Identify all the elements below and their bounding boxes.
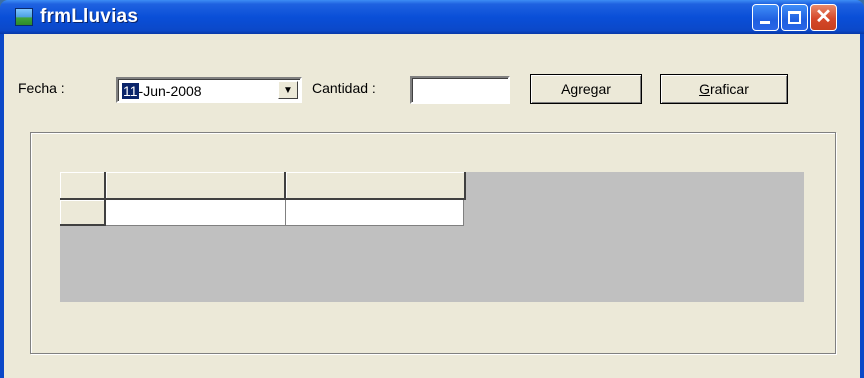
chevron-down-icon: ▼ bbox=[283, 85, 293, 96]
maximize-button[interactable] bbox=[781, 4, 808, 31]
agregar-button[interactable]: Agregar bbox=[530, 74, 642, 104]
window-title: frmLluvias bbox=[40, 6, 139, 27]
graficar-button-label: Graficar bbox=[699, 81, 749, 97]
minimize-icon bbox=[760, 21, 770, 24]
close-button[interactable]: ✕ bbox=[810, 4, 837, 31]
grid-row-header[interactable] bbox=[60, 200, 106, 226]
graficar-button[interactable]: Graficar bbox=[660, 74, 788, 104]
cantidad-input[interactable] bbox=[410, 76, 510, 104]
cantidad-label: Cantidad : bbox=[312, 80, 376, 96]
date-value[interactable]: 11-Jun-2008 bbox=[122, 83, 202, 99]
maximize-icon bbox=[788, 11, 801, 24]
title-bar[interactable]: frmLluvias ✕ bbox=[0, 0, 864, 34]
fecha-label: Fecha : bbox=[18, 80, 65, 96]
grid-corner-header[interactable] bbox=[60, 172, 106, 200]
date-dropdown-button[interactable]: ▼ bbox=[278, 81, 298, 99]
date-picker[interactable]: 11-Jun-2008 ▼ bbox=[116, 77, 302, 103]
data-grid[interactable] bbox=[60, 172, 804, 302]
minimize-button[interactable] bbox=[752, 4, 779, 31]
window-frame-right bbox=[860, 34, 864, 378]
grid-column-header[interactable] bbox=[286, 172, 466, 200]
date-month-year-segment[interactable]: -Jun-2008 bbox=[139, 83, 202, 99]
grid-cell[interactable] bbox=[286, 200, 464, 226]
close-icon: ✕ bbox=[815, 6, 832, 28]
form-icon[interactable] bbox=[15, 8, 33, 26]
grid-cell[interactable] bbox=[106, 200, 286, 226]
form-window: frmLluvias ✕ Fecha : Cantidad : 11-Jun-2… bbox=[0, 0, 864, 378]
grid-column-header[interactable] bbox=[106, 172, 286, 200]
date-day-segment[interactable]: 11 bbox=[122, 83, 139, 99]
